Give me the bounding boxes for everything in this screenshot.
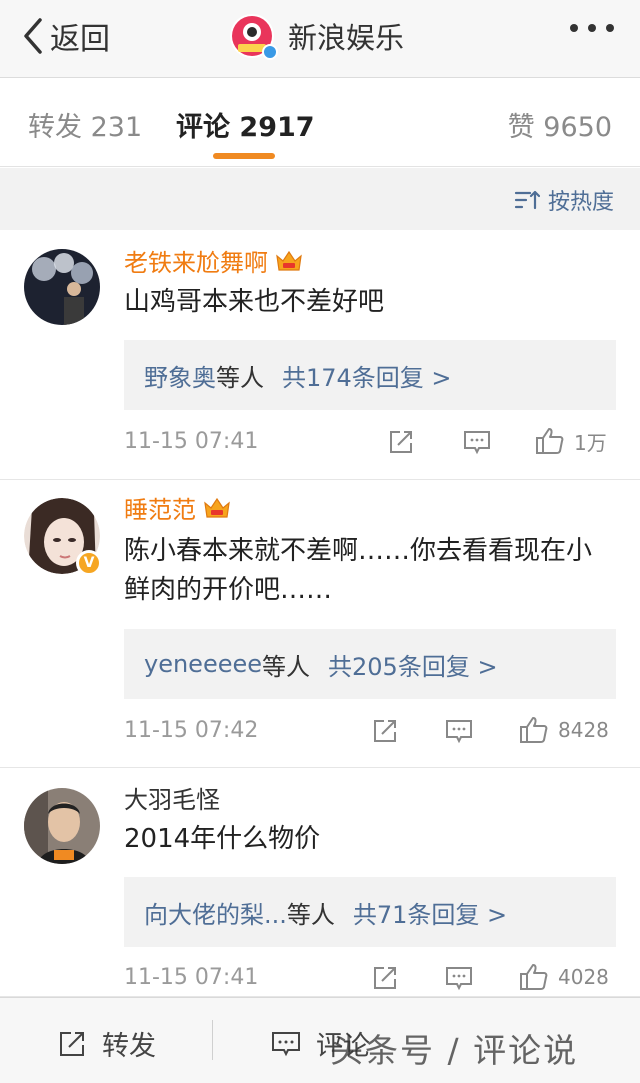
like-action[interactable]: 4028 (518, 961, 609, 993)
username-text: 老铁来尬舞啊 (124, 249, 268, 277)
username-text: 大羽毛怪 (124, 786, 220, 814)
comment-item: V 睡范范 陈小春本来就不差啊……你去看看现在小鲜肉的开价吧…… yeneeee… (0, 480, 640, 768)
share-icon (60, 1031, 84, 1056)
verified-icon (262, 44, 278, 60)
toolbar-divider (212, 1020, 213, 1060)
sort-bar: 按热度 (0, 168, 640, 230)
comment-time: 11-15 07:41 (124, 965, 259, 990)
reply-action[interactable] (444, 716, 474, 750)
comment-item: 大羽毛怪 2014年什么物价 向大佬的梨... 等人 共71条回复 > 11-1… (0, 768, 640, 997)
repost-label: 转发 (102, 1031, 156, 1062)
comment-text: 陈小春本来就不差啊……你去看看现在小鲜肉的开价吧…… (124, 536, 593, 605)
comment-text: 山鸡哥本来也不差好吧 (124, 287, 385, 317)
comment-meta: 11-15 07:42 8428 (124, 714, 624, 754)
share-icon (390, 431, 412, 453)
like-action[interactable]: 8428 (518, 714, 609, 746)
reply-user-names[interactable]: 向大佬的梨... (144, 895, 287, 930)
watermark: 头条号 / 评论说 (330, 1031, 579, 1070)
thumbs-up-icon (520, 717, 548, 743)
reply-etc: 等人 (262, 652, 311, 681)
username[interactable]: 大羽毛怪 (124, 780, 220, 815)
like-count: 4028 (558, 965, 609, 989)
tab-comment[interactable]: 评论 2917 (176, 105, 315, 144)
tab-comment-count: 2917 (239, 112, 315, 143)
tab-repost[interactable]: 转发 231 (28, 105, 142, 144)
tab-bar: 转发 231 评论 2917 赞 9650 (0, 79, 640, 167)
username[interactable]: 睡范范 (124, 490, 232, 525)
dot-icon (606, 24, 614, 32)
repost-action[interactable] (386, 427, 416, 461)
repost-button[interactable]: 转发 (56, 1024, 156, 1063)
weibo-comments-page: 返回 新浪娱乐 转发 231 评论 2917 赞 9650 按热度 老铁来尬舞啊… (0, 0, 640, 1083)
back-button[interactable]: 返回 (20, 14, 110, 58)
repost-action[interactable] (370, 963, 400, 997)
active-tab-indicator (213, 153, 275, 159)
avatar[interactable]: V (24, 498, 102, 576)
dot-icon (588, 24, 596, 32)
chevron-left-icon (24, 18, 42, 54)
username[interactable]: 老铁来尬舞啊 (124, 243, 304, 278)
tab-repost-label: 转发 (28, 112, 82, 143)
reply-total[interactable]: 共205条回复 > (328, 647, 498, 682)
share-icon (374, 720, 396, 742)
like-action[interactable]: 1万 (534, 425, 607, 457)
comment-text: 2014年什么物价 (124, 824, 321, 854)
sina-ent-logo (230, 14, 278, 60)
tab-like-label: 赞 (507, 112, 535, 143)
reply-user-names[interactable]: yeneeeee (144, 650, 262, 678)
thumbs-up-icon (536, 428, 564, 454)
comment-time: 11-15 07:42 (124, 718, 259, 743)
reply-action[interactable] (444, 963, 474, 997)
dot-icon (570, 24, 578, 32)
reply-action[interactable] (462, 427, 492, 461)
reply-total[interactable]: 共71条回复 > (353, 895, 507, 930)
reply-etc: 等人 (216, 363, 264, 392)
sort-by-hot-button[interactable]: 按热度 (514, 184, 614, 216)
comment-icon (446, 967, 472, 991)
comment-time: 11-15 07:41 (124, 429, 259, 454)
avatar[interactable] (24, 249, 100, 325)
comment-icon (446, 720, 472, 744)
tab-comment-label: 评论 (176, 112, 230, 143)
tab-repost-count: 231 (90, 112, 143, 143)
more-options-button[interactable] (570, 24, 614, 32)
back-label: 返回 (50, 22, 110, 57)
comment-icon (272, 1031, 300, 1056)
comment-item: 老铁来尬舞啊 山鸡哥本来也不差好吧 野象奥 等人 共174条回复 > 11-15… (0, 231, 640, 480)
repost-action[interactable] (370, 716, 400, 750)
avatar[interactable] (24, 788, 100, 864)
crown-icon (204, 497, 230, 518)
thumbs-up-icon (520, 964, 548, 990)
reply-etc: 等人 (286, 900, 335, 929)
account-header[interactable]: 新浪娱乐 (230, 10, 404, 62)
comment-meta: 11-15 07:41 4028 (124, 961, 624, 1001)
verified-badge-icon: V (76, 550, 102, 576)
sort-label: 按热度 (547, 190, 614, 215)
like-count: 8428 (558, 718, 609, 742)
like-count: 1万 (574, 430, 607, 455)
reply-user-names[interactable]: 野象奥 (144, 358, 216, 393)
reply-total[interactable]: 共174条回复 > (282, 358, 452, 393)
tab-like-count: 9650 (543, 112, 612, 143)
page-title: 新浪娱乐 (288, 21, 405, 55)
replies-summary[interactable]: yeneeeee 等人 共205条回复 > (124, 629, 616, 699)
replies-summary[interactable]: 野象奥 等人 共174条回复 > (124, 340, 616, 410)
crown-icon (276, 250, 302, 271)
sort-icon (514, 190, 540, 210)
comment-icon (464, 431, 490, 455)
share-icon (374, 967, 396, 989)
tab-like[interactable]: 赞 9650 (508, 105, 612, 144)
username-text: 睡范范 (124, 496, 196, 524)
replies-summary[interactable]: 向大佬的梨... 等人 共71条回复 > (124, 877, 616, 947)
comment-meta: 11-15 07:41 1万 (124, 425, 624, 465)
nav-bar: 返回 新浪娱乐 (0, 0, 640, 78)
